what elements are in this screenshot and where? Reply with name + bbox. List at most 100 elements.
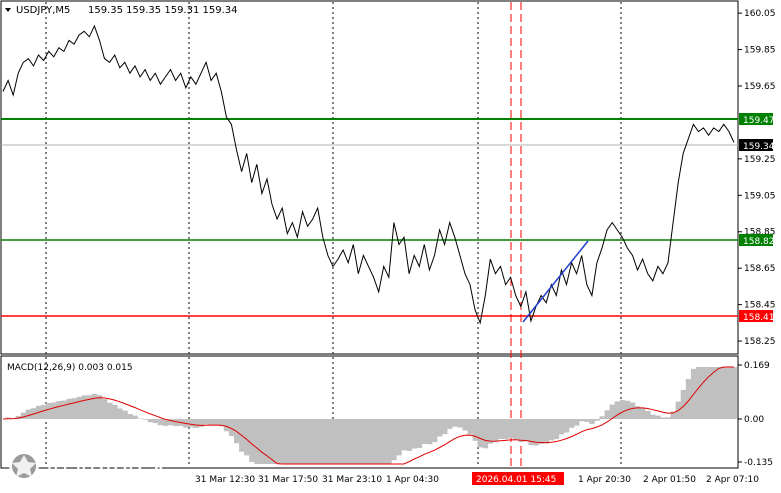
macd-bar: [46, 403, 52, 419]
price-scale-label: 159.05: [744, 191, 776, 201]
macd-bar: [406, 419, 412, 451]
macd-bar: [437, 419, 443, 437]
macd-bar: [76, 396, 82, 419]
macd-bar: [731, 367, 737, 419]
macd-bar: [432, 419, 438, 443]
time-label-6: 1 Apr 20:30: [578, 475, 631, 485]
macd-bar: [41, 404, 47, 419]
macd-bar: [51, 402, 57, 419]
macd-bar: [259, 419, 265, 464]
macd-bar: [584, 419, 590, 422]
macd-bar: [574, 419, 580, 426]
macd-bar: [543, 419, 549, 444]
price-scale-label: 159.25: [744, 155, 776, 165]
macd-bar: [142, 419, 148, 420]
macd-bar: [442, 419, 448, 435]
macd-bar: [381, 419, 387, 464]
chart-window: USDJPY,M5 159.35 159.35 159.31 159.34 16…: [0, 0, 781, 489]
macd-bar: [386, 419, 392, 464]
macd-scale-top: 0.169: [744, 361, 770, 371]
macd-bar: [701, 367, 707, 419]
macd-bar: [122, 410, 128, 419]
macd-bar: [655, 415, 661, 419]
macd-bar: [213, 419, 220, 425]
svg-text:159.47: 159.47: [743, 116, 775, 126]
macd-bar: [569, 419, 575, 428]
macd-bar: [487, 419, 494, 444]
macd-bar: [340, 419, 346, 464]
macd-bar: [350, 419, 357, 464]
macd-bar: [289, 419, 296, 464]
macd-bar: [81, 395, 88, 419]
macd-bar: [599, 416, 605, 419]
macd-bar: [563, 419, 570, 433]
price-scale-label: 158.65: [744, 264, 776, 274]
price-scale-label: 160.05: [744, 9, 776, 19]
price-scale-label: 159.65: [744, 82, 776, 92]
watermark-brand: instaforex: [46, 449, 166, 478]
macd-bar: [208, 419, 214, 425]
macd-bar: [315, 419, 321, 464]
time-label-4: 1 Apr 04:30: [386, 475, 439, 485]
macd-bar: [188, 419, 194, 428]
macd-bar: [366, 419, 372, 464]
macd-bar: [61, 400, 67, 419]
price-scale[interactable]: 160.05159.85159.65159.25159.05158.85158.…: [738, 9, 776, 347]
macd-bar: [223, 419, 230, 432]
macd-bar: [274, 419, 280, 464]
macd-bar: [695, 367, 702, 419]
macd-bar: [152, 419, 159, 424]
macd-bar: [137, 418, 143, 419]
macd-bar: [249, 419, 255, 462]
instaforex-logo-icon: [9, 451, 39, 481]
macd-bar: [579, 419, 585, 422]
price-pane[interactable]: [0, 0, 739, 355]
macd-bar: [269, 419, 275, 464]
macd-scale-zero: 0.00: [744, 415, 764, 425]
time-highlight-label: 2026.04.01 15:45: [472, 472, 564, 485]
macd-bar: [721, 367, 727, 419]
chart-canvas[interactable]: USDJPY,M5 159.35 159.35 159.31 159.34 16…: [0, 0, 781, 489]
macd-bar: [305, 419, 311, 464]
svg-text:158.82: 158.82: [743, 237, 775, 247]
time-label-7: 2 Apr 01:50: [643, 475, 696, 485]
macd-bar: [421, 419, 428, 444]
macd-bar: [426, 419, 433, 445]
svg-text:2026.04.01 15:45: 2026.04.01 15:45: [476, 475, 556, 485]
macd-bar: [132, 415, 138, 419]
macd-bar: [96, 395, 103, 419]
macd-bar: [558, 419, 565, 435]
macd-bar: [665, 417, 671, 419]
macd-bar: [645, 411, 651, 419]
macd-bar: [56, 401, 62, 419]
macd-bar: [107, 402, 113, 419]
macd-bar: [467, 419, 473, 435]
macd-label: MACD(12,26,9) 0.003 0.015: [7, 363, 133, 373]
macd-bar: [503, 419, 509, 440]
macd-bar: [71, 398, 77, 419]
macd-bar: [193, 419, 199, 428]
current-price-label: 159.34: [739, 139, 775, 152]
macd-bar: [660, 417, 666, 419]
macd-bar: [294, 419, 301, 464]
macd-bar: [355, 419, 362, 464]
macd-bar: [640, 407, 646, 419]
macd-bar: [523, 419, 529, 442]
macd-bar: [396, 419, 402, 456]
macd-bar: [508, 419, 514, 438]
macd-bar: [66, 398, 72, 419]
macd-bar: [20, 412, 27, 419]
macd-bar: [716, 367, 722, 419]
macd-bar: [330, 419, 336, 464]
macd-bar: [401, 419, 407, 451]
macd-bar: [497, 419, 504, 439]
red-level-label: 158.41: [739, 310, 775, 323]
macd-bar: [127, 414, 133, 419]
macd-bar: [157, 419, 164, 426]
macd-bar: [538, 419, 544, 444]
price-scale-label: 158.45: [744, 301, 776, 311]
upper-green-level-label: 159.47: [739, 113, 775, 126]
macd-bar: [325, 419, 331, 464]
macd-bar: [203, 419, 209, 425]
macd-bar: [244, 419, 250, 456]
